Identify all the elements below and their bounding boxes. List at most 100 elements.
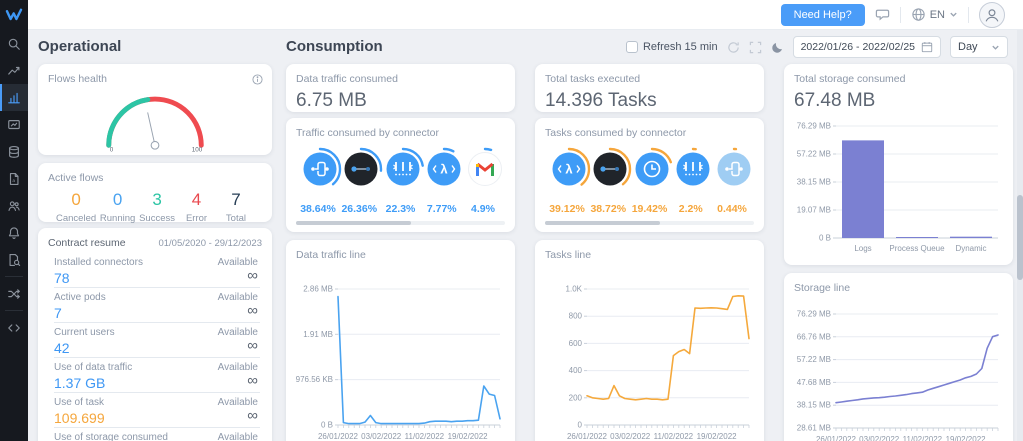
connector-item[interactable]: 22.3%	[381, 147, 424, 215]
sidebar-item-users[interactable]	[0, 192, 28, 219]
sidebar-item-code[interactable]	[0, 314, 28, 341]
svg-text:100: 100	[192, 147, 203, 153]
sidebar-item-bar-chart[interactable]	[0, 84, 28, 111]
chevron-down-icon	[950, 12, 957, 17]
svg-text:66.76 MB: 66.76 MB	[797, 332, 831, 341]
connector-item[interactable]: 0.44%	[712, 147, 756, 215]
dark-mode-icon[interactable]	[771, 41, 784, 54]
svg-text:0 B: 0 B	[819, 234, 831, 243]
active-flows-card: Active flows 0 Canceled 0 Running 3 Succes…	[38, 163, 272, 224]
operational-title: Operational	[38, 38, 122, 55]
app-logo-icon[interactable]	[0, 0, 28, 30]
connector-item[interactable]: 19.42%	[630, 147, 673, 215]
connector-percentage: 19.42%	[631, 203, 668, 215]
fullscreen-icon[interactable]	[749, 41, 762, 54]
refresh-label: Refresh 15 min	[642, 41, 718, 53]
contract-row: Active pods 7 Available ∞	[54, 288, 260, 323]
infinity-icon: ∞	[247, 372, 258, 389]
contract-row: Current users 42 Available ∞	[54, 323, 260, 358]
connector-item[interactable]: λ 39.12%	[547, 147, 591, 215]
svg-text:400: 400	[569, 366, 583, 375]
chart-title: Data traffic line	[296, 249, 366, 261]
bar-chart-icon	[7, 91, 21, 105]
svg-text:Logs: Logs	[854, 244, 871, 253]
sidebar-divider	[5, 310, 23, 311]
tasks-line-card: Tasks line 1.0K 800 600 400 200 0 26/01/2022 03…	[535, 240, 764, 441]
active-flows-title: Active flows	[48, 172, 104, 184]
scrollbar-thumb[interactable]	[296, 221, 411, 225]
page-scrollbar	[1017, 30, 1023, 441]
chart-title: Storage line	[794, 282, 851, 294]
connector-item[interactable]: 26.36%	[339, 147, 383, 215]
connector-item[interactable]: λ 7.77%	[422, 147, 465, 215]
sidebar-item-document[interactable]: a	[0, 165, 28, 192]
svg-text:19/02/2022: 19/02/2022	[946, 435, 987, 441]
svg-text:28.61 MB: 28.61 MB	[797, 424, 831, 433]
flows-health-card: Flows health 0 100	[38, 64, 272, 155]
page-scrollbar-thumb[interactable]	[1017, 195, 1023, 280]
contract-resume-card: Contract resume 01/05/2020 - 29/12/2023 …	[38, 228, 272, 441]
svg-text:0: 0	[578, 421, 583, 430]
sidebar-item-trend-chart[interactable]	[0, 57, 28, 84]
connector-scrollbar	[296, 221, 505, 225]
lambda-icon: λ	[422, 147, 465, 191]
infinity-icon: ∞	[247, 407, 258, 424]
shuffle-icon	[7, 287, 21, 301]
chat-icon[interactable]	[875, 7, 890, 22]
period-select[interactable]: Day	[950, 36, 1008, 58]
contract-row-value: 109.699	[54, 410, 105, 426]
sidebar-divider	[5, 276, 23, 277]
sidebar-item-shuffle[interactable]	[0, 280, 28, 307]
svg-text:λ: λ	[440, 162, 448, 177]
stat-title: Total tasks executed	[545, 73, 641, 85]
sidebar-item-notifications[interactable]	[0, 219, 28, 246]
svg-text:19.07 MB: 19.07 MB	[797, 206, 831, 215]
flow-stat-running: 0 Running	[100, 190, 136, 224]
svg-text:76.29 MB: 76.29 MB	[797, 310, 831, 319]
refresh-icon[interactable]	[727, 41, 740, 54]
refresh-checkbox[interactable]	[625, 41, 638, 53]
svg-text:19/02/2022: 19/02/2022	[697, 432, 738, 441]
flow-stat-total: 7 Total	[218, 190, 254, 224]
scrollbar-thumb[interactable]	[545, 221, 660, 225]
sidebar-item-file-search[interactable]	[0, 246, 28, 273]
connector-item[interactable]: 38.64%	[298, 147, 342, 215]
svg-text:38.15 MB: 38.15 MB	[797, 401, 831, 410]
dots-link-icon	[589, 147, 632, 191]
users-icon	[7, 199, 21, 213]
connector-percentage: 38.72%	[590, 203, 627, 215]
data-traffic-consumed-card: Data traffic consumed 6.75 MB	[286, 64, 515, 112]
gmail-icon	[463, 147, 507, 191]
sidebar-item-database[interactable]	[0, 138, 28, 165]
user-avatar[interactable]	[979, 1, 1005, 28]
topbar: Need Help? EN	[28, 0, 1023, 30]
sidebar-item-search[interactable]	[0, 30, 28, 57]
svg-text:38.15 MB: 38.15 MB	[797, 177, 831, 186]
traffic-by-connector-card: Traffic consumed by connector 38.64% 26.…	[286, 118, 515, 232]
storage-line-chart: 76.29 MB 66.76 MB 57.22 MB 47.68 MB 38.15 MB…	[797, 310, 999, 441]
contract-date-range: 01/05/2020 - 29/12/2023	[158, 238, 262, 249]
lambda-icon: λ	[547, 147, 591, 191]
connector-item[interactable]: 2.2%	[671, 147, 714, 215]
flow-stat-success: 3 Success	[139, 190, 175, 224]
language-selector[interactable]: EN	[911, 7, 958, 22]
consumption-title: Consumption	[286, 38, 383, 55]
connector-item[interactable]: 38.72%	[588, 147, 632, 215]
need-help-button[interactable]: Need Help?	[780, 3, 865, 26]
sidebar-item-monitor[interactable]	[0, 111, 28, 138]
connector-item[interactable]: 4.9%	[463, 147, 507, 215]
connector-percentage: 4.9%	[471, 203, 495, 215]
date-range-input[interactable]: 2022/01/26 - 2022/02/25	[792, 36, 941, 58]
clock-icon	[630, 147, 673, 191]
svg-text:11/02/2022: 11/02/2022	[654, 432, 694, 441]
flows-health-gauge: 0 100	[106, 96, 204, 153]
svg-text:47.68 MB: 47.68 MB	[797, 378, 831, 387]
svg-text:2.86 MB: 2.86 MB	[303, 285, 333, 294]
calendar-icon	[921, 42, 933, 53]
notifications-icon	[7, 226, 21, 240]
flow-stat-canceled: 0 Canceled	[56, 190, 96, 224]
search-icon	[7, 37, 21, 51]
connector-card-title: Traffic consumed by connector	[296, 127, 439, 139]
svg-text:Process Queue: Process Queue	[889, 244, 945, 253]
svg-text:11/02/2022: 11/02/2022	[903, 435, 943, 441]
